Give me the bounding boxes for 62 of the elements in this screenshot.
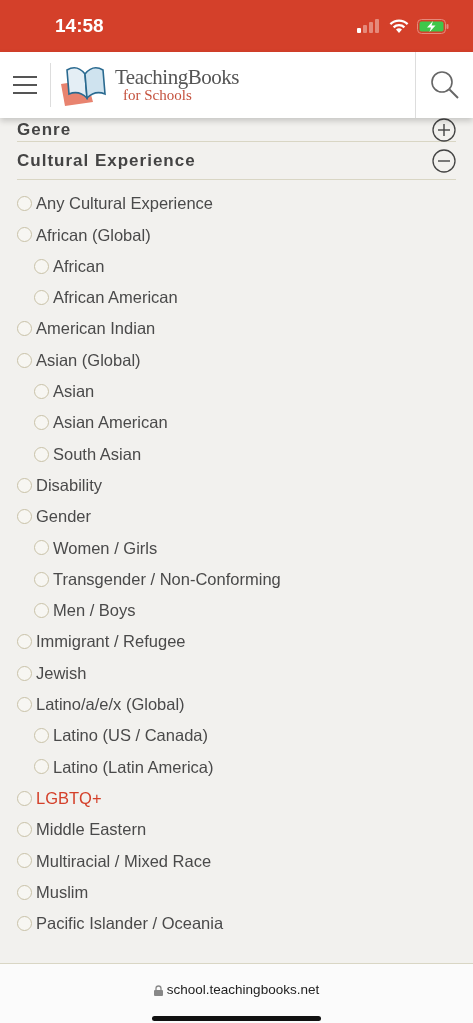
option-label[interactable]: Asian American <box>53 410 168 436</box>
radio-button[interactable] <box>17 822 32 838</box>
option-label[interactable]: Asian <box>53 379 95 404</box>
option-label[interactable]: Latino (US / Canada) <box>53 723 208 749</box>
menu-icon <box>12 75 38 95</box>
battery-charging-icon <box>417 18 449 34</box>
clock: 14:58 <box>55 13 104 38</box>
lock-icon <box>153 984 163 996</box>
collapse-button[interactable] <box>432 148 456 173</box>
option-label[interactable]: Latino/a/e/x (Global) <box>36 692 185 717</box>
radio-button[interactable] <box>17 477 32 493</box>
option-label[interactable]: Women / Girls <box>53 535 158 561</box>
option-label[interactable]: American Indian <box>36 316 156 342</box>
radio-button[interactable] <box>34 603 49 618</box>
option-label[interactable]: African (Global) <box>36 222 151 248</box>
option-label[interactable]: South Asian <box>53 441 142 467</box>
section-title: Genre <box>17 118 72 141</box>
logo-subtitle: for Schools <box>123 88 192 103</box>
radio-button[interactable] <box>17 665 32 681</box>
option-label[interactable]: Muslim <box>36 879 89 905</box>
radio-button[interactable] <box>34 571 49 587</box>
option-label[interactable]: African American <box>53 285 178 310</box>
radio-button[interactable] <box>17 853 32 869</box>
option-label[interactable]: Disability <box>36 472 103 498</box>
option-label[interactable]: Any Cultural Experience <box>36 191 213 216</box>
radio-button[interactable] <box>17 884 32 900</box>
radio-button[interactable] <box>34 446 49 462</box>
option-label[interactable]: Pacific Islander / Oceania <box>36 911 224 936</box>
option-label[interactable]: LGBTQ+ <box>36 785 102 811</box>
radio-button[interactable] <box>17 509 32 525</box>
wifi-icon <box>389 19 409 33</box>
radio-button[interactable] <box>17 696 32 712</box>
radio-button[interactable] <box>34 290 49 306</box>
option-label[interactable]: Middle Eastern <box>36 817 147 842</box>
option-label[interactable]: Multiracial / Mixed Race <box>36 848 212 874</box>
radio-button[interactable] <box>34 415 49 431</box>
option-label[interactable]: Men / Boys <box>53 598 136 623</box>
radio-button[interactable] <box>17 227 32 243</box>
radio-button[interactable] <box>34 759 49 775</box>
radio-button[interactable] <box>17 790 32 806</box>
option-label[interactable]: Immigrant / Refugee <box>36 629 186 655</box>
option-label[interactable]: Latino (Latin America) <box>53 754 214 780</box>
radio-button[interactable] <box>17 915 32 931</box>
radio-button[interactable] <box>17 321 32 337</box>
radio-button[interactable] <box>34 383 49 399</box>
radio-button[interactable] <box>17 352 32 368</box>
search-icon <box>429 70 460 100</box>
option-label[interactable]: Asian (Global) <box>36 347 141 373</box>
option-label[interactable]: Jewish <box>36 660 87 686</box>
radio-button[interactable] <box>34 540 49 556</box>
expand-button[interactable] <box>432 117 456 142</box>
signal-icon <box>357 19 381 33</box>
radio-button[interactable] <box>17 196 32 212</box>
radio-button[interactable] <box>17 634 32 650</box>
option-label[interactable]: Transgender / Non-Conforming <box>53 566 281 592</box>
option-label[interactable]: Gender <box>36 504 92 529</box>
logo-title: TeachingBooks <box>115 67 239 88</box>
url-text[interactable]: school.teachingbooks.net <box>166 980 320 1001</box>
option-label[interactable]: African <box>53 253 105 279</box>
radio-button[interactable] <box>34 258 49 274</box>
section-title: Cultural Experience <box>17 149 196 172</box>
radio-button[interactable] <box>34 728 49 744</box>
